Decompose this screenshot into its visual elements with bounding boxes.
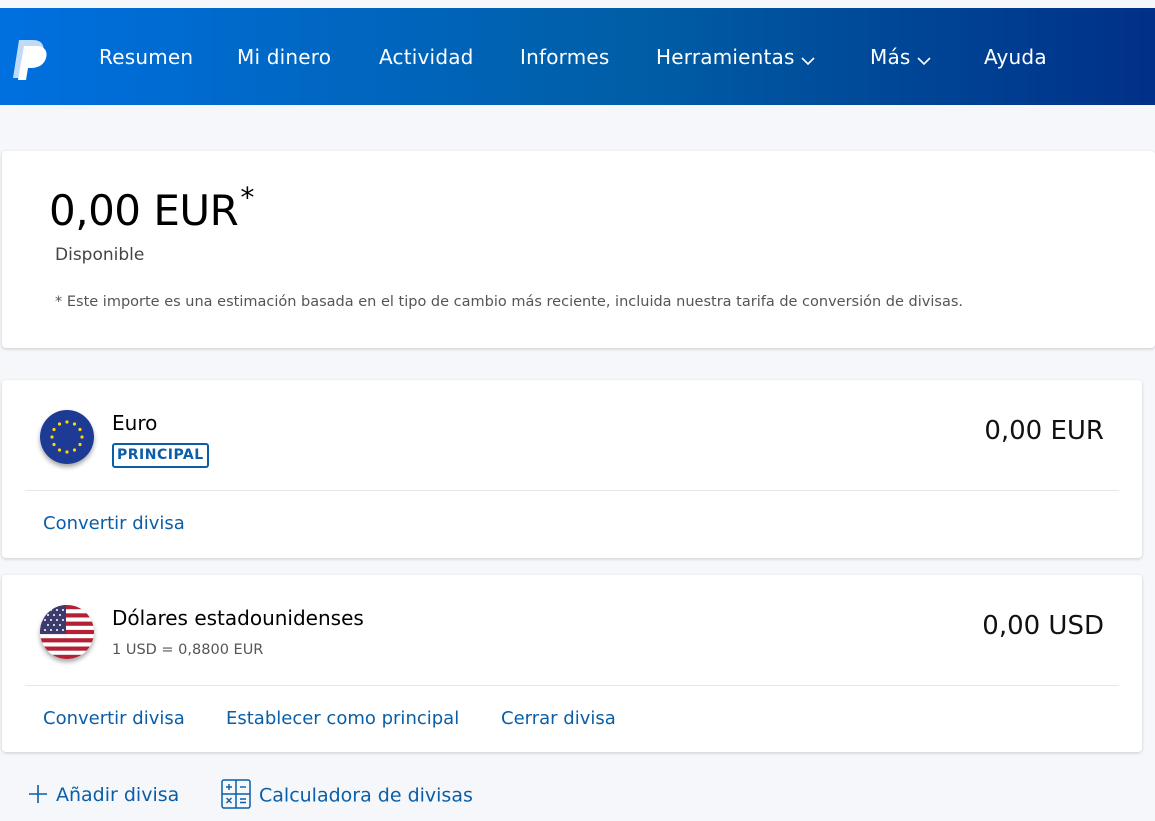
total-balance-amount: 0,00 EUR [49, 186, 239, 235]
nav-ayuda[interactable]: Ayuda [984, 42, 1047, 72]
top-navigation-bar: Resumen Mi dinero Actividad Informes Her… [0, 8, 1155, 105]
currency-amount: 0,00 USD [982, 611, 1104, 641]
add-currency-label: Añadir divisa [56, 784, 180, 806]
currency-card-euro: Euro PRINCIPAL 0,00 EUR Convertir divisa [2, 380, 1142, 558]
currency-calculator-button[interactable]: Calculadora de divisas [221, 779, 473, 809]
currency-name: Dólares estadounidenses [112, 606, 364, 630]
nav-informes[interactable]: Informes [520, 42, 610, 72]
us-flag-icon [40, 605, 94, 659]
convert-currency-link[interactable]: Convertir divisa [43, 708, 185, 729]
nav-mas-label: Más [870, 45, 911, 69]
chevron-down-icon [801, 44, 815, 74]
divider [25, 490, 1119, 491]
eu-flag-icon [40, 410, 94, 464]
nav-mas[interactable]: Más [870, 42, 931, 72]
plus-icon [29, 784, 47, 803]
total-balance: 0,00 EUR* [49, 181, 254, 235]
calculator-label: Calculadora de divisas [259, 784, 473, 807]
currency-name: Euro [112, 411, 158, 435]
balance-asterisk: * [240, 181, 254, 214]
paypal-logo-icon[interactable] [10, 38, 50, 82]
close-currency-link[interactable]: Cerrar divisa [501, 708, 616, 729]
nav-herramientas-label: Herramientas [656, 45, 795, 69]
nav-resumen[interactable]: Resumen [99, 42, 193, 72]
chevron-down-icon [916, 44, 931, 74]
nav-mi-dinero[interactable]: Mi dinero [237, 42, 331, 72]
balance-label: Disponible [55, 245, 145, 265]
currency-amount: 0,00 EUR [984, 416, 1104, 446]
convert-currency-link[interactable]: Convertir divisa [43, 513, 185, 534]
balance-card: 0,00 EUR* Disponible * Este importe es u… [2, 151, 1155, 348]
primary-badge: PRINCIPAL [112, 443, 209, 468]
calculator-icon [221, 779, 251, 809]
exchange-rate: 1 USD = 0,8800 EUR [112, 642, 264, 658]
nav-herramientas[interactable]: Herramientas [656, 42, 815, 72]
balance-note: * Este importe es una estimación basada … [55, 294, 963, 310]
add-currency-button[interactable]: Añadir divisa [28, 781, 179, 809]
set-primary-link[interactable]: Establecer como principal [226, 708, 459, 729]
nav-actividad[interactable]: Actividad [379, 42, 474, 72]
currency-card-usd: Dólares estadounidenses 1 USD = 0,8800 E… [2, 575, 1142, 752]
divider [25, 685, 1119, 686]
